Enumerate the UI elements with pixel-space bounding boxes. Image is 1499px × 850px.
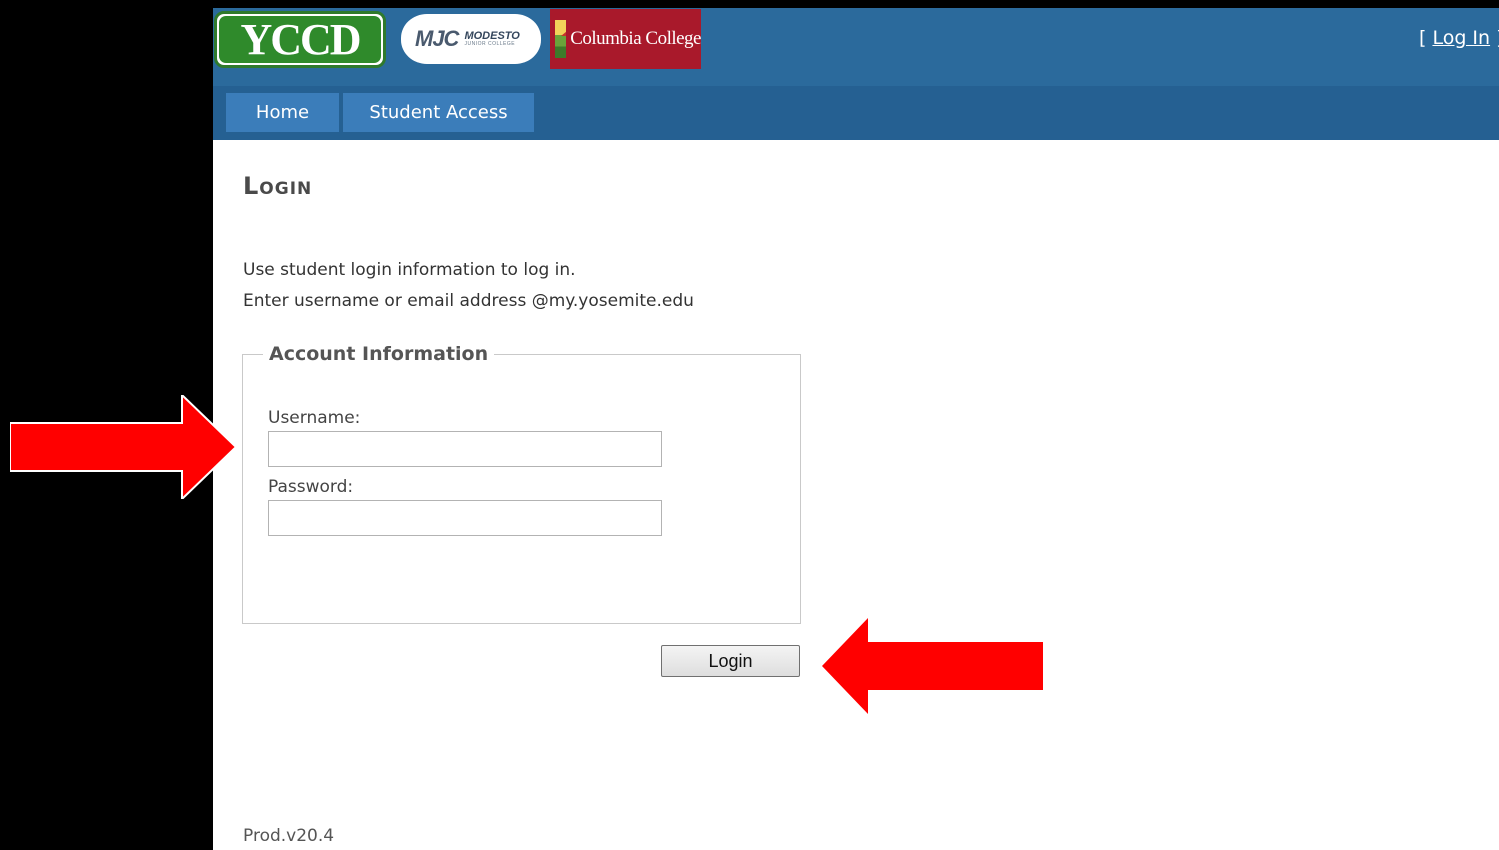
columbia-logo-image — [555, 20, 567, 58]
red-arrow-right-icon — [10, 395, 236, 499]
page-title: Login — [243, 172, 313, 200]
columbia-logo-text: Columbia College — [570, 28, 701, 49]
mjc-logo-sub: JUNIOR COLLEGE — [464, 41, 516, 47]
instruction-email-hint: Enter username or email address @my.yose… — [243, 291, 694, 311]
page: YCCD MJC MODESTO JUNIOR COLLEGE Columbia… — [213, 0, 1499, 850]
account-information-legend: Account Information — [269, 343, 489, 365]
red-arrow-left-icon — [822, 618, 1043, 714]
mjc-logo-mark: MJC — [415, 26, 459, 51]
login-button[interactable]: Login — [661, 645, 800, 677]
instruction-text: Use student login information to log in. — [243, 260, 576, 280]
login-link-container: [ Log In ] — [1419, 27, 1499, 49]
yccd-logo[interactable]: YCCD — [214, 11, 386, 68]
columbia-college-logo[interactable]: Columbia College — [550, 9, 701, 69]
mjc-logo-text: MODESTO JUNIOR COLLEGE — [464, 31, 519, 47]
version-text: Prod.v20.4 — [243, 826, 335, 846]
password-input[interactable] — [268, 500, 662, 536]
username-label: Username: — [268, 408, 361, 428]
login-link-bracket-open: [ — [1419, 27, 1433, 49]
nav-student-access[interactable]: Student Access — [343, 93, 534, 132]
nav-home[interactable]: Home — [226, 93, 339, 132]
password-label: Password: — [268, 477, 354, 497]
username-input[interactable] — [268, 431, 662, 467]
yccd-logo-text: YCCD — [219, 16, 381, 63]
mjc-logo[interactable]: MJC MODESTO JUNIOR COLLEGE — [401, 14, 541, 64]
login-link-bracket-close: ] — [1490, 27, 1499, 49]
login-link[interactable]: Log In — [1432, 27, 1490, 49]
header: YCCD MJC MODESTO JUNIOR COLLEGE Columbia… — [213, 0, 1499, 140]
